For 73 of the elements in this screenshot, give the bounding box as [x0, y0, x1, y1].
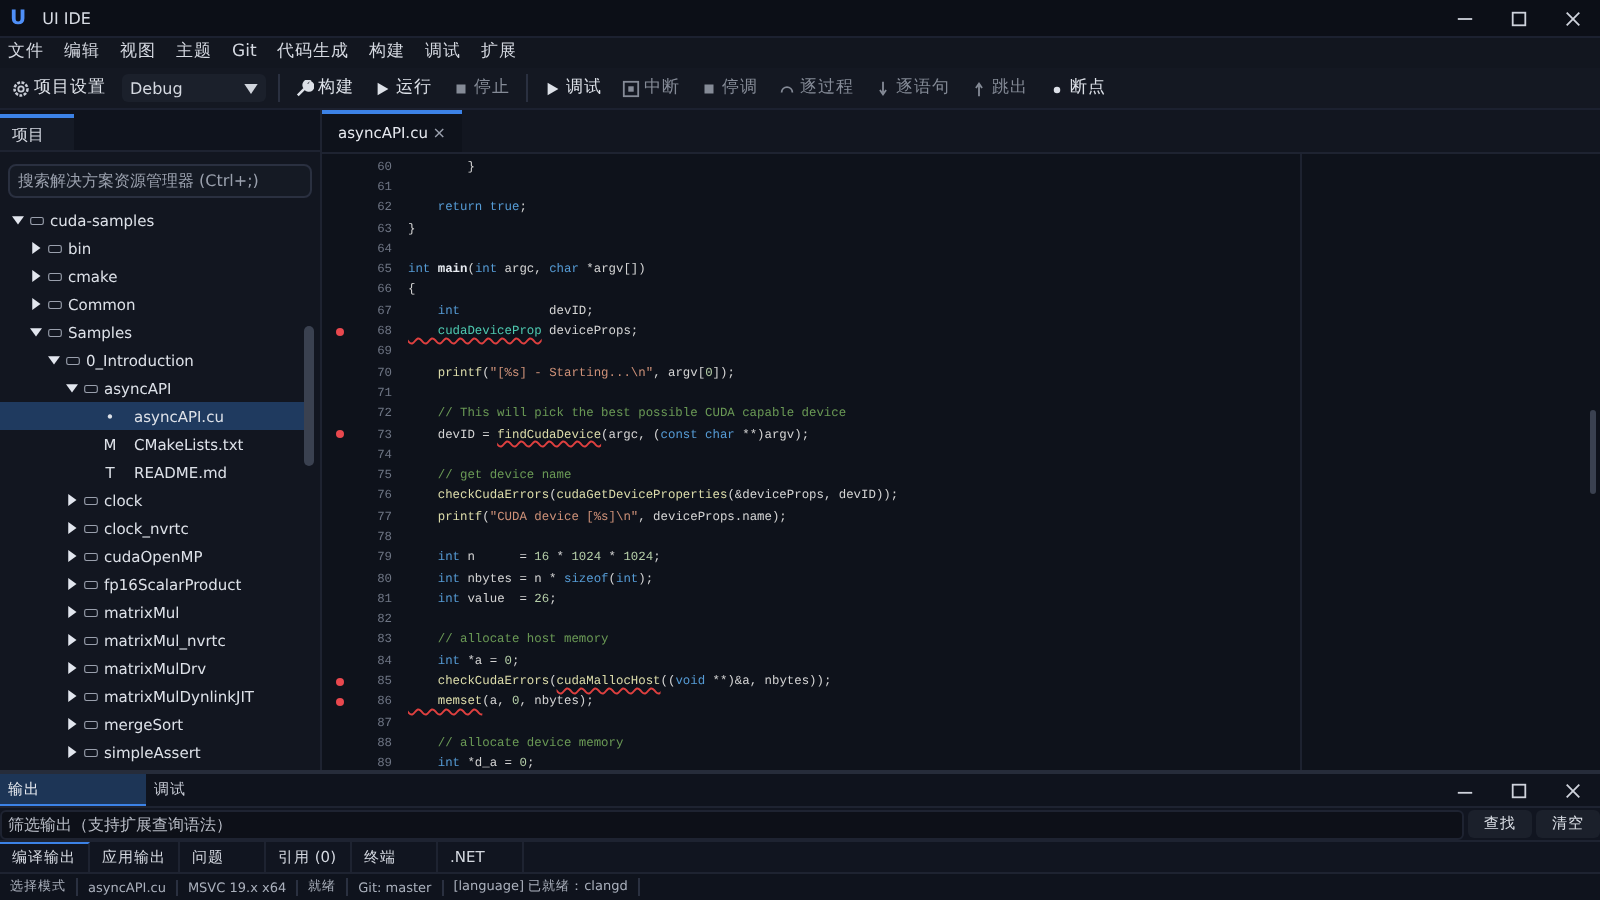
- folder-icon: [84, 523, 98, 533]
- collapse-arrow-icon[interactable]: [66, 382, 78, 394]
- collapse-arrow-icon[interactable]: [12, 214, 24, 226]
- folder-icon: [48, 327, 62, 337]
- folder-icon: [84, 663, 98, 673]
- gear-icon: [12, 79, 30, 97]
- expand-arrow-icon[interactable]: [66, 494, 78, 506]
- scrollbar[interactable]: [304, 326, 314, 466]
- step-out-icon: [970, 79, 988, 97]
- breakpoint-icon[interactable]: [336, 430, 344, 438]
- sidebar-tab[interactable]: 项目: [0, 114, 74, 150]
- folder-icon: [66, 355, 80, 365]
- menu-item[interactable]: 文件: [8, 42, 44, 64]
- expand-arrow-icon[interactable]: [66, 746, 78, 758]
- folder-icon: [84, 607, 98, 617]
- menu-item[interactable]: 构建: [368, 42, 405, 64]
- folder-icon: [84, 579, 98, 589]
- collapse-arrow-icon[interactable]: [48, 354, 60, 366]
- menu-item[interactable]: 视图: [120, 42, 156, 64]
- folder-icon: [84, 747, 98, 757]
- window-title: UI IDE: [42, 9, 91, 27]
- configuration-dropdown[interactable]: Debug: [122, 74, 266, 102]
- toolbar-button[interactable]: 断点: [1044, 76, 1110, 100]
- expand-arrow-icon[interactable]: [66, 690, 78, 702]
- expand-arrow-icon[interactable]: [30, 270, 42, 282]
- folder-icon: [84, 495, 98, 505]
- folder-icon: [84, 635, 98, 645]
- step-into-icon: [874, 79, 892, 97]
- expand-arrow-icon[interactable]: [30, 242, 42, 254]
- folder-icon: [48, 299, 62, 309]
- breakpoint-icon[interactable]: [336, 697, 344, 706]
- menu-item[interactable]: 扩展: [480, 42, 517, 64]
- expand-arrow-icon[interactable]: [66, 634, 78, 646]
- app-logo: U: [10, 7, 27, 29]
- maximize-icon[interactable]: [1510, 9, 1528, 27]
- toolbar-button[interactable]: 构建: [292, 76, 358, 100]
- folder-icon: [84, 719, 98, 729]
- close-icon[interactable]: [1564, 9, 1582, 27]
- scrollbar[interactable]: [1590, 410, 1596, 494]
- menu-item[interactable]: 编辑: [64, 42, 100, 64]
- expand-arrow-icon[interactable]: [30, 298, 42, 310]
- stop-icon: [700, 79, 718, 97]
- caret-icon: [244, 83, 258, 93]
- play-icon: [544, 79, 562, 97]
- menu-item[interactable]: Git: [232, 42, 257, 64]
- search-field[interactable]: 搜索解决方案资源管理器 (Ctrl+;): [8, 164, 312, 198]
- toolbar-button[interactable]: 运行: [370, 76, 436, 100]
- expand-arrow-icon[interactable]: [66, 662, 78, 674]
- folder-icon: [84, 383, 98, 393]
- folder-icon: [30, 215, 44, 225]
- stop-icon: [452, 79, 470, 97]
- expand-arrow-icon[interactable]: [66, 522, 78, 534]
- toolbar-button[interactable]: 调试: [540, 76, 606, 100]
- folder-icon: [48, 271, 62, 281]
- folder-icon: [84, 691, 98, 701]
- close-icon[interactable]: [1564, 781, 1582, 799]
- breakpoint-icon[interactable]: [336, 327, 344, 336]
- project-settings-button[interactable]: 项目设置: [8, 76, 110, 100]
- menu-item[interactable]: 代码生成: [276, 42, 349, 64]
- folder-icon: [48, 243, 62, 253]
- menu-item[interactable]: 主题: [176, 42, 212, 64]
- play-icon: [374, 79, 392, 97]
- menu-item[interactable]: 调试: [424, 42, 461, 64]
- expand-arrow-icon[interactable]: [66, 718, 78, 730]
- filter-field[interactable]: 筛选输出（支持扩展查询语法）: [0, 809, 1464, 839]
- folder-icon: [84, 551, 98, 561]
- expand-arrow-icon[interactable]: [66, 550, 78, 562]
- breakpoint-icon[interactable]: [336, 677, 344, 686]
- collapse-arrow-icon[interactable]: [30, 326, 42, 338]
- expand-arrow-icon[interactable]: [66, 606, 78, 618]
- expand-arrow-icon[interactable]: [66, 578, 78, 590]
- pause-icon: [622, 79, 640, 97]
- maximize-icon[interactable]: [1510, 781, 1528, 799]
